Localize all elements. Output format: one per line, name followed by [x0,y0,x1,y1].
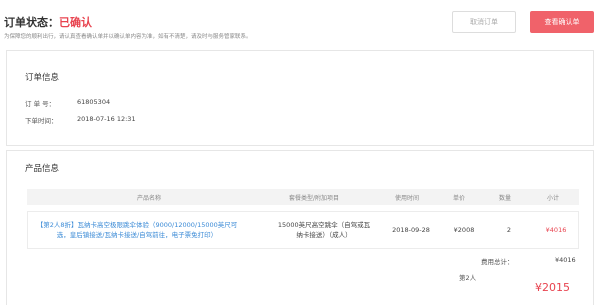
subtotal: ¥4016 [545,226,567,234]
total-cost-label: 费用总计： [481,258,514,266]
order-status-label: 订单状态： [4,16,59,29]
order-status-value: 已确认 [59,16,92,29]
order-number-value: 61805304 [77,98,111,106]
column-header-product-name: 产品名称 [137,195,162,202]
column-header-subtotal: 小计 [547,195,560,202]
column-header-package: 套餐类型/附加项目 [289,195,340,202]
product-table-header: 产品名称 套餐类型/附加项目 使用时间 单价 数量 小计 [27,189,579,205]
order-info-title: 订单信息 [25,73,60,83]
use-date: 2018-09-28 [392,226,430,234]
product-name-link[interactable]: 【第2人8折】瓦纳卡高空极限跳伞体验（9000/12000/15000英尺可选，… [32,220,242,240]
unit-price: ¥2008 [453,226,475,234]
order-status-heading: 订单状态：已确认 [4,14,92,30]
total-cost-value: ¥4016 [555,256,576,264]
order-time-label: 下单时间： [25,117,58,125]
order-number-label: 订 单 号： [25,100,56,108]
column-header-use-date: 使用时间 [395,195,420,202]
payable-total: ¥2015 [535,281,570,294]
order-status-bar: 订单状态：已确认 为保障您的顺利出行，请认真查看确认单并以确认单内容为准，如有不… [0,0,600,42]
product-info-title: 产品信息 [25,164,60,174]
table-row: 【第2人8折】瓦纳卡高空极限跳伞体验（9000/12000/15000英尺可选，… [27,211,579,249]
package-description: 15000英尺高空跳伞（自驾或瓦纳卡接送）（成人） [277,221,371,239]
second-person-discount-label: 第2人 [459,274,477,282]
column-header-quantity: 数量 [499,195,512,202]
cancel-order-button[interactable]: 取消订单 [452,11,516,33]
column-header-unit-price: 单价 [453,195,466,202]
view-confirmation-button[interactable]: 查看确认单 [530,11,594,33]
quantity: 2 [506,226,512,234]
order-status-note: 为保障您的顺利出行，请认真查看确认单并以确认单内容为准，如有不清楚，请及时与服务… [4,34,252,40]
order-time-value: 2018-07-16 12:31 [77,115,136,123]
product-info-card: 产品信息 产品名称 套餐类型/附加项目 使用时间 单价 数量 小计 【第2人8折… [6,150,594,305]
order-info-card: 订单信息 订 单 号： 61805304 下单时间： 2018-07-16 12… [6,50,594,146]
